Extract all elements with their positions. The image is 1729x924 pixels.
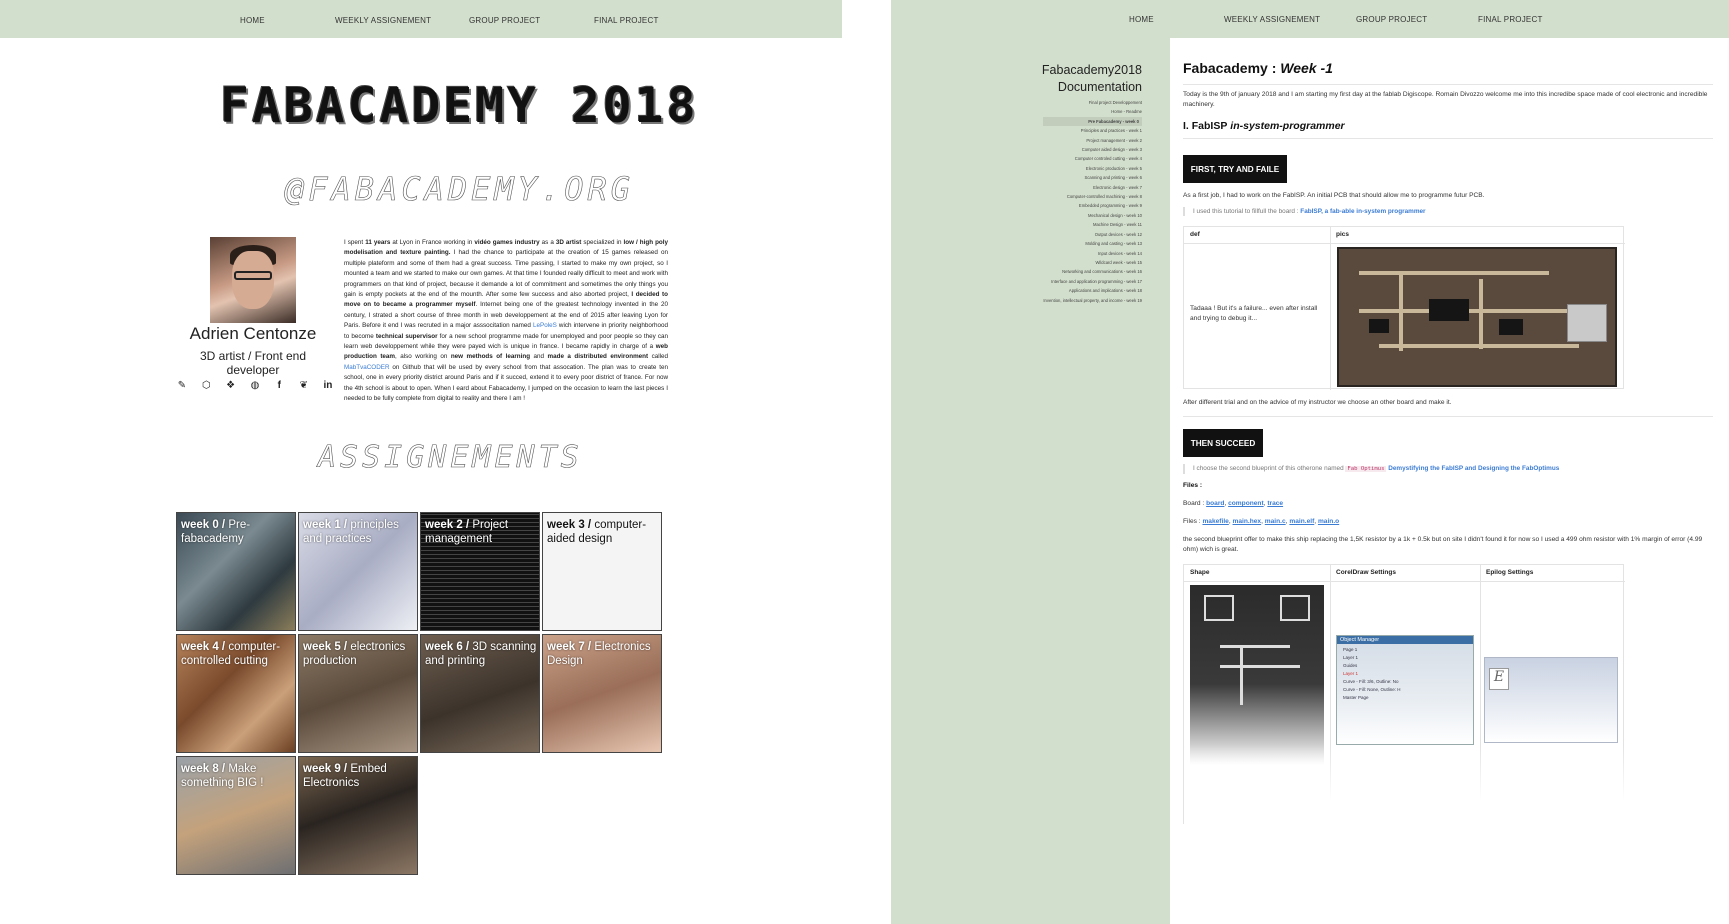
top-nav: HOME WEEKLY ASSIGNEMENT GROUP PROJECT FI… — [0, 0, 842, 38]
toc-item[interactable]: Home - Readme — [1043, 107, 1142, 116]
codepen2-icon[interactable]: ❖ — [224, 380, 238, 391]
top-nav-right: HOME WEEKLY ASSIGNEMENT GROUP PROJECT FI… — [891, 0, 1729, 38]
pcb-photo — [1337, 247, 1617, 387]
page-title: Fabacademy : Week -1 — [1183, 60, 1333, 76]
toc-item[interactable]: Computer aided design - week 3 — [1043, 145, 1142, 154]
week-tile-8[interactable]: week 8 / Make something BIG ! — [176, 756, 296, 875]
try-and-fail-button[interactable]: FIRST, TRY AND FAILE — [1183, 155, 1287, 183]
ascii-section: ASSIGNEMENTS — [318, 440, 583, 476]
toc-item[interactable]: Applications and implications - week 18 — [1043, 286, 1142, 295]
maino-link[interactable]: main.o — [1318, 518, 1339, 525]
profile-name: Adrien Centonze — [189, 324, 317, 343]
toc-item[interactable]: Invention, intellectual property, and in… — [1043, 296, 1142, 305]
week-tile-0[interactable]: week 0 / Pre-fabacademy — [176, 512, 296, 631]
files-label: Files : — [1183, 482, 1203, 489]
twitter-icon[interactable]: ❦ — [297, 380, 311, 391]
component-link[interactable]: component — [1228, 500, 1264, 507]
toc-item[interactable]: Input devices - week 14 — [1043, 249, 1142, 258]
lepoles-link[interactable]: LePoleS — [533, 322, 557, 329]
toc-item[interactable]: Interface and application programming - … — [1043, 277, 1142, 286]
week-tile-4[interactable]: week 4 / computer-controlled cutting — [176, 634, 296, 753]
after-text: After different trial and on the advice … — [1183, 399, 1452, 406]
toc-item[interactable]: Networking and communications - week 16 — [1043, 267, 1142, 276]
toc-item[interactable]: Pre Fabacademy - week 0 — [1043, 116, 1142, 127]
fail-description: Tadaaa ! But it's a failure... even afte… — [1190, 305, 1318, 322]
week-tile-3[interactable]: week 3 / computer-aided design — [542, 512, 662, 631]
toc-item[interactable]: Project management - week 2 — [1043, 136, 1142, 145]
avatar — [210, 237, 296, 323]
object-manager-image: Object Manager Page 1 Layer 1 Guides Lay… — [1336, 635, 1474, 745]
blueprint-text: the second blueprint offer to make this … — [1183, 536, 1703, 553]
shape-image — [1190, 585, 1324, 765]
col-epilog: Epilog Settings — [1486, 569, 1534, 576]
section-heading: I. FabISP in-system-programmer — [1183, 120, 1345, 132]
week-tile-7[interactable]: week 7 / Electronics Design — [542, 634, 662, 753]
ascii-subtitle: @FABACADEMY.ORG — [285, 170, 634, 209]
board-files: Board : board, component, trace — [1183, 500, 1284, 507]
toc-item[interactable]: Output devices - week 12 — [1043, 230, 1142, 239]
profile-role: 3D artist / Front end developer — [199, 349, 307, 377]
toc-item[interactable]: Mechanical design - week 10 — [1043, 211, 1142, 220]
nav-final-right[interactable]: FINAL PROJECT — [1478, 15, 1543, 24]
nav-final[interactable]: FINAL PROJECT — [594, 16, 659, 25]
col-def: def — [1190, 231, 1200, 238]
github-icon[interactable]: ◍ — [248, 380, 262, 391]
mainhex-link[interactable]: main.hex — [1233, 518, 1262, 525]
facebook-icon[interactable]: f — [272, 380, 286, 391]
col-pics: pics — [1336, 231, 1350, 238]
toc-item[interactable]: Electronic design - week 7 — [1043, 183, 1142, 192]
brush-icon[interactable]: ✎ — [175, 380, 189, 391]
nav-home[interactable]: HOME — [240, 16, 265, 25]
week-tile-9[interactable]: week 9 / Embed Electronics — [298, 756, 418, 875]
table-of-contents: Final project Developpement Home - Readme… — [1043, 98, 1142, 305]
trace-link[interactable]: trace — [1267, 500, 1283, 507]
nav-group-right[interactable]: GROUP PROJECT — [1356, 15, 1427, 24]
right-page: HOME WEEKLY ASSIGNEMENT GROUP PROJECT FI… — [891, 0, 1729, 924]
toc-item[interactable]: Machine Design - week 11 — [1043, 220, 1142, 229]
sidebar: Fabacademy2018 Documentation Final proje… — [891, 38, 1170, 924]
first-job-text: As a first job, I had to work on the Fab… — [1183, 192, 1485, 199]
social-links: ✎ ⬡ ❖ ◍ f ❦ in — [175, 380, 335, 391]
then-succeed-button[interactable]: THEN SUCCEED — [1183, 429, 1263, 457]
tutorial-quote: I used this tutorial to fillfull the boa… — [1183, 207, 1426, 216]
week-tile-5[interactable]: week 5 / electronics production — [298, 634, 418, 753]
nav-weekly[interactable]: WEEKLY ASSIGNEMENT — [335, 16, 431, 25]
week-tile-6[interactable]: week 6 / 3D scanning and printing — [420, 634, 540, 753]
mabtvacoder-link[interactable]: MabTvaCODER — [344, 364, 390, 371]
nav-group[interactable]: GROUP PROJECT — [469, 16, 540, 25]
fail-table: def pics Tadaaa ! But it's a failure... … — [1183, 226, 1625, 390]
settings-table: Shape CorelDraw Settings Epilog Settings… — [1183, 564, 1625, 825]
mainelf-link[interactable]: main.elf — [1289, 518, 1314, 525]
toc-item[interactable]: Scanning and printing - week 6 — [1043, 173, 1143, 182]
codepen-icon[interactable]: ⬡ — [199, 380, 213, 391]
makefile-link[interactable]: makefile — [1202, 518, 1228, 525]
mainc-link[interactable]: main.c — [1265, 518, 1286, 525]
epilog-settings-image: E — [1484, 657, 1618, 743]
toc-item[interactable]: Computer-controlled machining - week 8 — [1043, 192, 1142, 201]
toc-item[interactable]: Final project Developpement — [1043, 98, 1142, 107]
week-tile-1[interactable]: week 1 / principles and practices — [298, 512, 418, 631]
board-link[interactable]: board — [1206, 500, 1224, 507]
linkedin-icon[interactable]: in — [321, 380, 335, 391]
intro-text: Today is the 9th of january 2018 and I a… — [1183, 91, 1708, 108]
col-shape: Shape — [1190, 569, 1210, 576]
toc-item[interactable]: Computer controled cutting - week 4 — [1043, 154, 1142, 163]
toc-item[interactable]: Wildcard week - week 15 — [1043, 258, 1142, 267]
fabopti-link[interactable]: Demystifying the FabISP and Designing th… — [1388, 465, 1559, 472]
blueprint-quote: I choose the second blueprint of this ot… — [1183, 464, 1559, 474]
fabisp-link[interactable]: FabISP, a fab-able in-system programmer — [1300, 208, 1425, 215]
ascii-title: FABACADEMY 2018 — [220, 78, 699, 134]
col-coreldraw: CorelDraw Settings — [1336, 569, 1396, 576]
code-files: Files : makefile, main.hex, main.c, main… — [1183, 518, 1340, 525]
toc-item[interactable]: Principles and practices - week 1 — [1043, 126, 1142, 135]
toc-item[interactable]: Embedded programming - week 9 — [1043, 201, 1142, 210]
week-tile-2[interactable]: week 2 / Project management — [420, 512, 540, 631]
bio-text: I spent 11 years at Lyon in France worki… — [344, 239, 669, 403]
nav-home-right[interactable]: HOME — [1129, 15, 1154, 24]
toc-item[interactable]: Molding and casting - week 13 — [1043, 239, 1142, 248]
toc-item[interactable]: Electronic production - week 5 — [1043, 164, 1142, 173]
sidebar-title: Fabacademy2018 Documentation — [1041, 63, 1142, 94]
left-page: HOME WEEKLY ASSIGNEMENT GROUP PROJECT FI… — [0, 0, 842, 924]
nav-weekly-right[interactable]: WEEKLY ASSIGNEMENT — [1224, 15, 1320, 24]
